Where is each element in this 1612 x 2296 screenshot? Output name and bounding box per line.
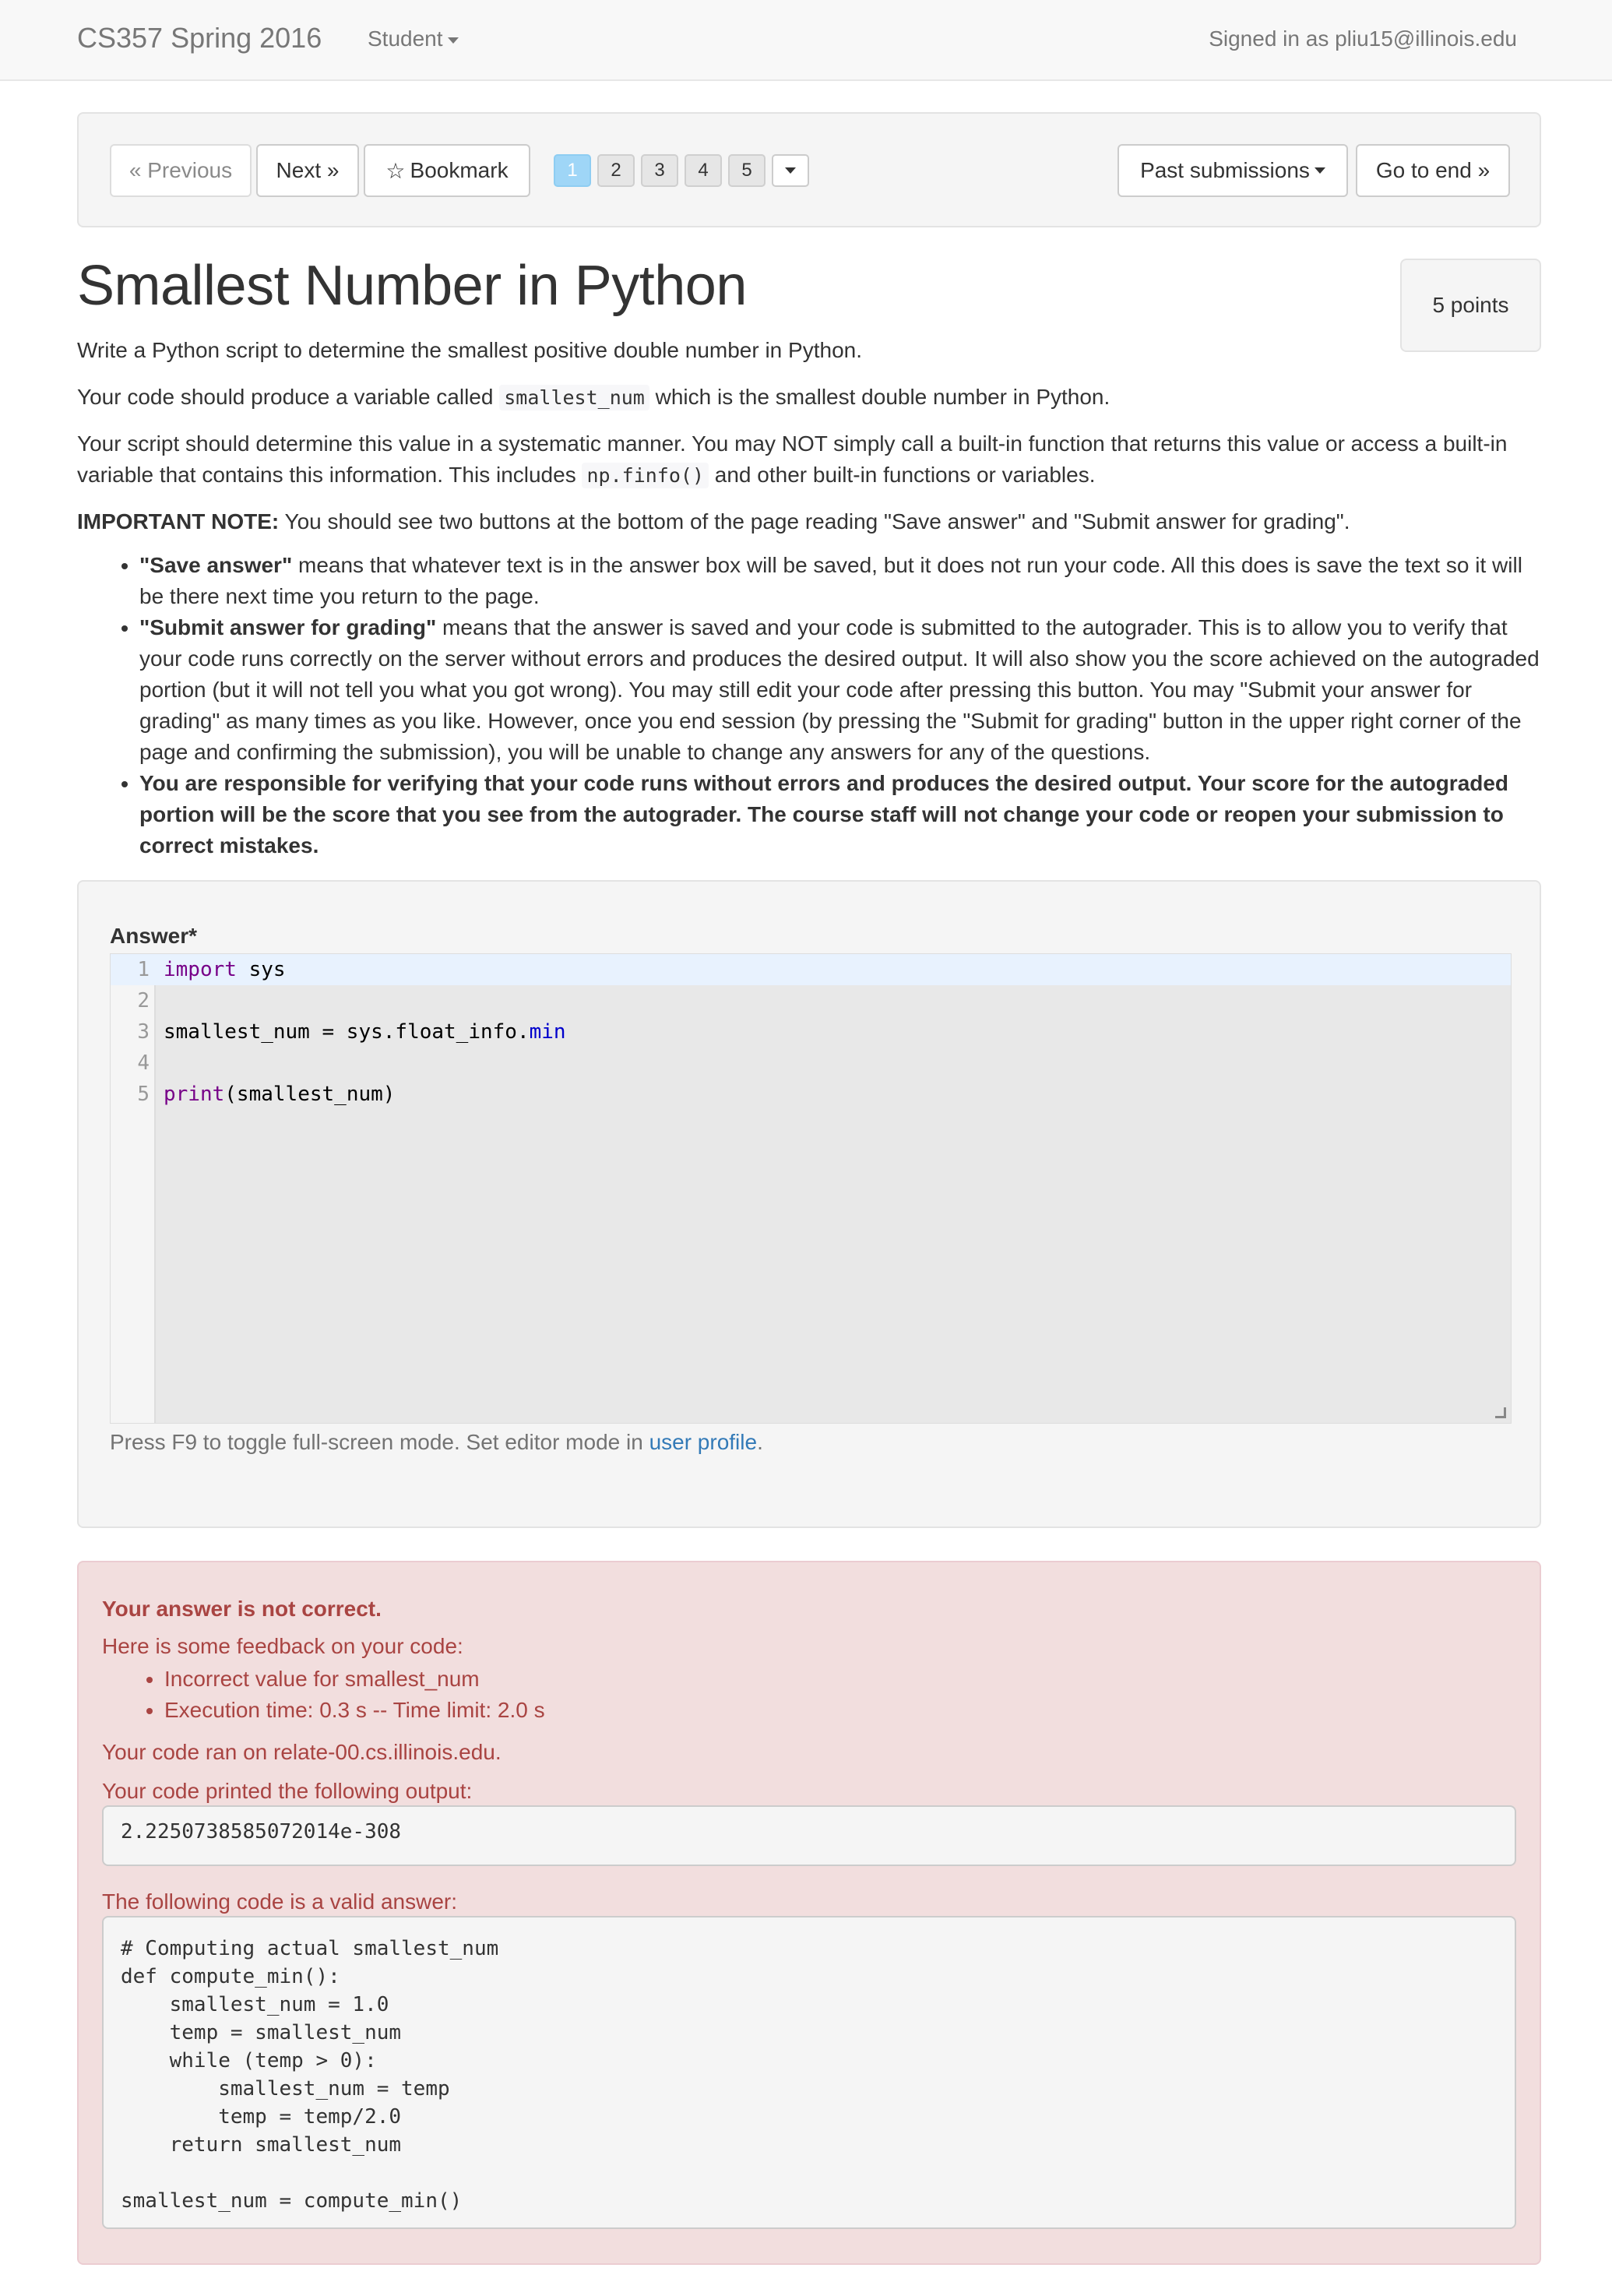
page-dropdown-button[interactable] [772,154,809,187]
code-token: sys [236,958,286,981]
code-editor[interactable]: 1 import sys 2 3 smallest_num = sys.floa… [110,953,1512,1424]
code-text: import sys [164,954,286,985]
keyword-token: import [164,958,237,981]
bullet-strong: "Save answer" [139,553,293,577]
code-text: smallest_num = sys.float_info.min [164,1016,566,1048]
output-label: Your code printed the following output: [102,1779,473,1803]
note-label: IMPORTANT NOTE: [77,509,280,534]
text-span: and other built-in functions or variable… [709,463,1096,487]
ran-on-text: Your code ran on relate-00.cs.illinois.e… [102,1740,502,1764]
past-submissions-button[interactable]: Past submissions [1117,144,1348,197]
code-text: print(smallest_num) [164,1079,395,1110]
top-navbar: CS357 Spring 2016 Student Signed in as p… [0,0,1612,81]
caret-down-icon [447,37,459,44]
editor-help-text: Press F9 to toggle full-screen mode. Set… [110,1430,763,1455]
star-icon: ☆ [385,158,406,183]
bookmark-button[interactable]: ☆ Bookmark [364,144,530,197]
valid-answer-code: # Computing actual smallest_num def comp… [102,1916,1516,2229]
text-span: Your code should produce a variable call… [77,385,500,409]
page-button-4[interactable]: 4 [685,154,722,187]
prompt-paragraph-2: Your code should produce a variable call… [77,382,1541,414]
instruction-list: "Save answer" means that whatever text i… [77,550,1541,861]
resize-handle-icon[interactable] [1495,1407,1506,1418]
code-line-3[interactable]: 3 smallest_num = sys.float_info.min [111,1016,1511,1048]
signed-in-text: Signed in as pliu15@illinois.edu [1209,26,1517,51]
text-span: which is the smallest double number in P… [649,385,1110,409]
list-item: "Save answer" means that whatever text i… [139,550,1541,612]
caret-down-icon [1314,167,1325,174]
important-note: IMPORTANT NOTE: You should see two butto… [77,506,1541,537]
bullet-text: means that whatever text is in the answe… [139,553,1522,608]
list-item: "Submit answer for grading" means that t… [139,612,1541,768]
code-token: smallest_num = sys.float_info. [164,1020,530,1044]
next-button[interactable]: Next » [256,144,359,197]
line-number: 5 [137,1083,150,1106]
flow-toolbar: « Previous Next » ☆ Bookmark 1 2 3 4 5 Pa… [77,112,1541,227]
keyword-token: print [164,1083,225,1106]
valid-answer-label: The following code is a valid answer: [102,1889,458,1914]
help-text: . [757,1430,763,1454]
list-item: Execution time: 0.3 s -- Time limit: 2.0… [164,1695,545,1726]
note-text: You should see two buttons at the bottom… [279,509,1350,534]
code-line-5[interactable]: 5 print(smallest_num) [111,1079,1511,1110]
student-dropdown[interactable]: Student [368,26,459,51]
line-number: 2 [137,989,150,1012]
bullet-strong: "Submit answer for grading" [139,615,437,639]
feedback-intro: Here is some feedback on your code: [102,1634,463,1658]
line-number: 4 [137,1051,150,1075]
inline-code: smallest_num [499,385,649,410]
go-to-end-button[interactable]: Go to end » [1356,144,1510,197]
feedback-alert: Your answer is not correct. Here is some… [77,1561,1541,2265]
code-output-box: 2.2250738585072014e-308 [102,1805,1516,1866]
line-number: 3 [137,1020,150,1044]
user-profile-link[interactable]: user profile [649,1430,758,1454]
code-line-4[interactable]: 4 [111,1048,1511,1079]
inline-code: np.finfo() [582,463,709,488]
bookmark-label: Bookmark [410,158,509,182]
page-button-5[interactable]: 5 [728,154,766,187]
course-brand-link[interactable]: CS357 Spring 2016 [77,22,322,55]
code-line-2[interactable]: 2 [111,985,1511,1016]
page-title: Smallest Number in Python [77,255,747,317]
code-token: (smallest_num) [224,1083,396,1106]
caret-down-icon [785,167,796,174]
previous-button[interactable]: « Previous [110,144,252,197]
student-dropdown-label: Student [368,26,443,51]
answer-panel: Answer* 1 import sys 2 3 smallest_num = … [77,880,1541,1528]
prompt-paragraph-1: Write a Python script to determine the s… [77,338,862,362]
past-submissions-label: Past submissions [1140,158,1310,182]
help-text: Press F9 to toggle full-screen mode. Set… [110,1430,649,1454]
feedback-list: Incorrect value for smallest_num Executi… [102,1664,545,1726]
page-button-3[interactable]: 3 [641,154,678,187]
list-item: You are responsible for verifying that y… [139,768,1541,861]
line-number: 1 [137,958,150,981]
answer-label: Answer* [110,924,198,948]
prompt-paragraph-3: Your script should determine this value … [77,428,1541,491]
code-line-1[interactable]: 1 import sys [111,954,1511,985]
page-button-2[interactable]: 2 [597,154,635,187]
bullet-strong: You are responsible for verifying that y… [139,771,1509,857]
page-button-1[interactable]: 1 [554,154,591,187]
feedback-heading: Your answer is not correct. [102,1597,382,1621]
list-item: Incorrect value for smallest_num [164,1664,545,1695]
property-token: min [529,1020,566,1044]
